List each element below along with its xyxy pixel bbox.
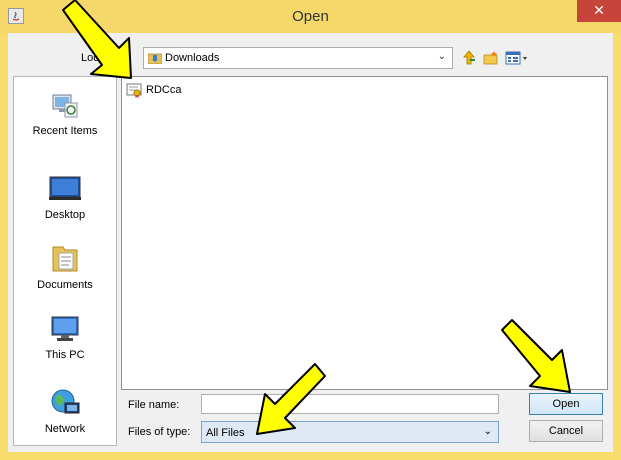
- annotation-arrow-filetype: [256, 363, 326, 435]
- create-new-folder-icon[interactable]: [482, 49, 500, 67]
- place-desktop[interactable]: Desktop: [14, 173, 116, 221]
- documents-icon: [49, 243, 81, 275]
- place-label: Documents: [37, 279, 93, 291]
- files-of-type-value: All Files: [206, 427, 245, 439]
- chevron-down-icon[interactable]: ⌄: [438, 51, 446, 62]
- file-name-label: File name:: [128, 399, 180, 411]
- place-this-pc[interactable]: This PC: [14, 313, 116, 361]
- file-name-label: RDCca: [146, 84, 182, 96]
- place-label: Recent Items: [32, 125, 98, 137]
- place-documents[interactable]: Documents: [14, 243, 116, 291]
- network-icon: [49, 387, 81, 419]
- place-label: Desktop: [44, 209, 86, 221]
- look-in-value: Downloads: [165, 52, 220, 64]
- place-recent-items[interactable]: Recent Items: [14, 89, 116, 137]
- recent-items-icon: [49, 89, 81, 121]
- look-in-combo[interactable]: Downloads ⌄: [143, 47, 453, 69]
- this-pc-icon: [49, 313, 81, 345]
- up-one-level-icon[interactable]: [460, 49, 478, 67]
- annotation-arrow-open: [501, 319, 571, 393]
- place-label: This PC: [45, 349, 85, 361]
- desktop-icon: [49, 173, 81, 205]
- cancel-button[interactable]: Cancel: [529, 420, 603, 442]
- chevron-down-icon[interactable]: ⌄: [484, 426, 492, 437]
- place-label: Network: [44, 423, 86, 435]
- view-menu-icon[interactable]: [504, 49, 530, 67]
- annotation-arrow-lookin: [62, 0, 132, 79]
- places-bar: Recent Items Desktop Documents This PC N…: [13, 76, 117, 446]
- open-dialog: Open ✕ Look In: Downloads ⌄ Recent Items: [0, 0, 621, 460]
- place-network[interactable]: Network: [14, 387, 116, 435]
- close-button[interactable]: ✕: [577, 0, 621, 22]
- files-of-type-label: Files of type:: [128, 426, 191, 438]
